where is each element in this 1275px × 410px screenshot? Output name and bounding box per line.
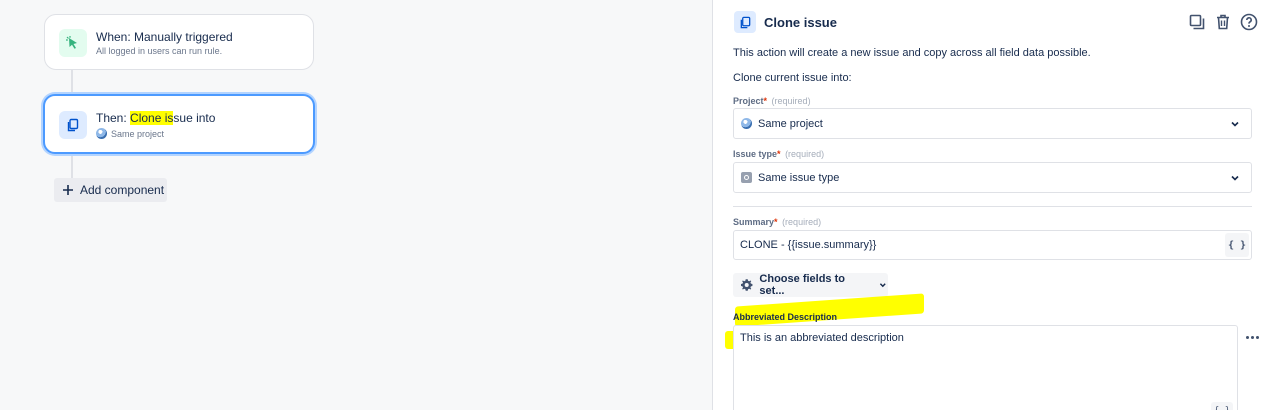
required-star: * bbox=[777, 149, 781, 159]
action-subtitle-text: Same project bbox=[111, 128, 165, 139]
trigger-title: When: Manually triggered bbox=[96, 30, 233, 44]
issue-type-icon bbox=[741, 172, 752, 183]
summary-label-text: Summary bbox=[733, 217, 775, 227]
abbreviated-description-value: This is an abbreviated description bbox=[740, 332, 904, 344]
add-component-button[interactable]: Add component bbox=[54, 178, 167, 202]
plus-icon bbox=[63, 185, 73, 195]
required-star: * bbox=[774, 217, 778, 227]
panel-actions bbox=[1187, 12, 1259, 32]
action-title-prefix: Then: bbox=[96, 111, 131, 125]
choose-fields-button[interactable]: Choose fields to set... bbox=[733, 273, 888, 297]
action-title-highlight: Clone is bbox=[130, 111, 174, 125]
project-avatar-icon bbox=[96, 128, 107, 139]
action-subtitle: Same project bbox=[96, 128, 164, 139]
chevron-down-icon bbox=[880, 283, 887, 288]
issue-type-label-text: Issue type bbox=[733, 149, 778, 159]
connector-line bbox=[71, 154, 73, 178]
panel-title: Clone issue bbox=[764, 15, 837, 30]
action-title: Then: Clone issue into bbox=[96, 111, 215, 125]
project-avatar-icon bbox=[741, 118, 752, 129]
required-hint: (required) bbox=[782, 217, 822, 227]
trigger-card[interactable]: When: Manually triggered All logged in u… bbox=[44, 14, 314, 70]
gear-icon bbox=[741, 279, 753, 291]
required-hint: (required) bbox=[771, 96, 811, 106]
rule-canvas: When: Manually triggered All logged in u… bbox=[0, 0, 712, 410]
more-options-icon[interactable] bbox=[1242, 330, 1262, 344]
connector-line bbox=[71, 70, 73, 94]
project-label-text: Project bbox=[733, 96, 764, 106]
trigger-subtitle: All logged in users can run rule. bbox=[96, 46, 222, 56]
divider bbox=[733, 206, 1252, 207]
required-star: * bbox=[763, 96, 768, 106]
help-icon[interactable] bbox=[1239, 12, 1259, 32]
action-title-suffix: sue into bbox=[173, 111, 216, 125]
summary-field-label: Summary* (required) bbox=[733, 217, 821, 227]
trash-icon[interactable] bbox=[1213, 12, 1233, 32]
issue-type-select[interactable]: Same issue type bbox=[733, 162, 1252, 193]
issue-type-field-label: Issue type* (required) bbox=[733, 149, 824, 159]
chevron-down-icon bbox=[1231, 121, 1239, 127]
clone-into-label: Clone current issue into: bbox=[733, 72, 852, 84]
summary-input-value: CLONE - {{issue.summary}} bbox=[740, 239, 877, 251]
choose-fields-label: Choose fields to set... bbox=[759, 273, 845, 297]
copy-icon bbox=[734, 11, 756, 33]
project-select[interactable]: Same project bbox=[733, 108, 1252, 139]
trigger-subtitle-text: All logged in users can run rule. bbox=[96, 46, 223, 56]
duplicate-icon[interactable] bbox=[1187, 12, 1207, 32]
required-hint: (required) bbox=[785, 149, 825, 159]
project-select-value: Same project bbox=[758, 117, 823, 130]
smart-value-button[interactable]: { } bbox=[1225, 233, 1249, 257]
project-field-label: Project* (required) bbox=[733, 96, 811, 106]
issue-type-select-value: Same issue type bbox=[758, 171, 840, 184]
summary-input[interactable]: CLONE - {{issue.summary}} { } bbox=[733, 230, 1252, 260]
abbreviated-description-label: Abbreviated Description bbox=[733, 312, 838, 322]
add-component-label: Add component bbox=[80, 183, 165, 197]
panel-description: This action will create a new issue and … bbox=[733, 47, 1091, 59]
chevron-down-icon bbox=[1231, 175, 1239, 181]
component-config-panel: Clone issue This action will create a ne… bbox=[712, 0, 1275, 410]
action-card[interactable]: Then: Clone issue into Same project bbox=[43, 94, 315, 154]
smart-value-button[interactable]: { } bbox=[1211, 402, 1233, 410]
copy-icon bbox=[59, 111, 87, 139]
cursor-click-icon bbox=[59, 29, 87, 57]
